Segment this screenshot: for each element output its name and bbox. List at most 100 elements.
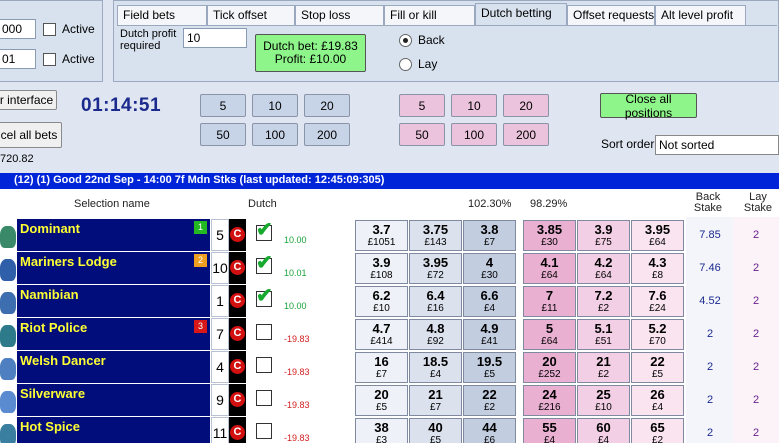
runner-name-cell[interactable]: Hot Spice bbox=[17, 417, 210, 443]
chart-c-icon[interactable]: C bbox=[230, 293, 245, 308]
lay-stake-value[interactable]: 2 bbox=[736, 295, 776, 307]
lay-stake-value[interactable]: 2 bbox=[736, 262, 776, 274]
cancel-all-bets-button[interactable]: cel all bets bbox=[0, 122, 62, 148]
back-price-cell[interactable]: 4 £30 bbox=[463, 253, 516, 284]
lay-stake-200-button[interactable]: 200 bbox=[503, 123, 549, 146]
back-price-cell[interactable]: 4.8 £92 bbox=[409, 319, 462, 350]
back-price-cell[interactable]: 44 £6 bbox=[463, 418, 516, 443]
lay-price-cell[interactable]: 24 £216 bbox=[523, 385, 576, 416]
back-price-cell[interactable]: 4.9 £41 bbox=[463, 319, 516, 350]
runner-name-cell[interactable]: Silverware bbox=[17, 384, 210, 416]
back-price-cell[interactable]: 3.9 £108 bbox=[355, 253, 408, 284]
tab-stop-loss[interactable]: Stop loss bbox=[295, 5, 384, 25]
back-stake-value[interactable]: 7.46 bbox=[690, 262, 730, 274]
lay-price-cell[interactable]: 4.3 £8 bbox=[631, 253, 684, 284]
dutch-checkbox[interactable]: ✔ bbox=[256, 286, 273, 307]
lay-radio[interactable] bbox=[399, 58, 412, 71]
lay-price-cell[interactable]: 4.1 £64 bbox=[523, 253, 576, 284]
lay-stake-value[interactable]: 2 bbox=[736, 427, 776, 439]
tab-tick-offset[interactable]: Tick offset bbox=[207, 5, 295, 25]
back-price-cell[interactable]: 3.8 £7 bbox=[463, 220, 516, 251]
back-stake-value[interactable]: 2 bbox=[690, 394, 730, 406]
lay-price-cell[interactable]: 22 £5 bbox=[631, 352, 684, 383]
back-stake-value[interactable]: 2 bbox=[690, 427, 730, 439]
lay-stake-20-button[interactable]: 20 bbox=[503, 94, 549, 117]
back-price-cell[interactable]: 19.5 £5 bbox=[463, 352, 516, 383]
back-radio[interactable] bbox=[399, 34, 412, 47]
lay-stake-value[interactable]: 2 bbox=[736, 328, 776, 340]
lay-price-cell[interactable]: 3.95 £64 bbox=[631, 220, 684, 251]
lay-price-cell[interactable]: 25 £10 bbox=[577, 385, 630, 416]
tab-alt-level-profit[interactable]: Alt level profit bbox=[655, 5, 746, 25]
back-price-cell[interactable]: 3.75 £143 bbox=[409, 220, 462, 251]
dutch-checkbox[interactable] bbox=[256, 357, 272, 373]
lay-stake-value[interactable]: 2 bbox=[736, 394, 776, 406]
back-stake-50-button[interactable]: 50 bbox=[200, 123, 246, 146]
back-stake-value[interactable]: 2 bbox=[690, 328, 730, 340]
lay-stake-100-button[interactable]: 100 bbox=[451, 123, 497, 146]
back-price-cell[interactable]: 16 £7 bbox=[355, 352, 408, 383]
chart-c-icon[interactable]: C bbox=[230, 359, 245, 374]
runner-name-cell[interactable]: Dominant 1 bbox=[17, 219, 210, 251]
back-stake-100-button[interactable]: 100 bbox=[252, 123, 298, 146]
back-price-cell[interactable]: 3.7 £1051 bbox=[355, 220, 408, 251]
back-price-cell[interactable]: 18.5 £4 bbox=[409, 352, 462, 383]
lay-price-cell[interactable]: 5.2 £70 bbox=[631, 319, 684, 350]
runner-name-cell[interactable]: Namibian bbox=[17, 285, 210, 317]
back-stake-10-button[interactable]: 10 bbox=[252, 94, 298, 117]
lay-stake-value[interactable]: 2 bbox=[736, 229, 776, 241]
lay-price-cell[interactable]: 20 £252 bbox=[523, 352, 576, 383]
close-all-positions-button[interactable]: Close all positions bbox=[600, 92, 697, 120]
lay-price-cell[interactable]: 3.85 £30 bbox=[523, 220, 576, 251]
dutch-profit-input[interactable]: 10 bbox=[183, 28, 247, 48]
chart-c-icon[interactable]: C bbox=[230, 260, 245, 275]
tab-dutch-betting[interactable]: Dutch betting bbox=[475, 3, 567, 26]
back-price-cell[interactable]: 40 £5 bbox=[409, 418, 462, 443]
back-stake-20-button[interactable]: 20 bbox=[304, 94, 350, 117]
dutch-checkbox[interactable] bbox=[256, 324, 272, 340]
tab-field-bets[interactable]: Field bets bbox=[117, 5, 207, 25]
active-checkbox-1[interactable] bbox=[43, 23, 56, 36]
chart-c-icon[interactable]: C bbox=[230, 227, 245, 242]
chart-c-icon[interactable]: C bbox=[230, 425, 245, 440]
runner-name-cell[interactable]: Riot Police 3 bbox=[17, 318, 210, 350]
lay-price-cell[interactable]: 26 £4 bbox=[631, 385, 684, 416]
lay-price-cell[interactable]: 4.2 £64 bbox=[577, 253, 630, 284]
dutch-bet-button[interactable]: Dutch bet: £19.83 Profit: £10.00 bbox=[255, 34, 366, 72]
interface-button[interactable]: r interface bbox=[0, 90, 57, 110]
lay-price-cell[interactable]: 5 £64 bbox=[523, 319, 576, 350]
lay-price-cell[interactable]: 7.2 £2 bbox=[577, 286, 630, 317]
tab-offset-requests[interactable]: Offset requests bbox=[567, 5, 655, 25]
back-stake-200-button[interactable]: 200 bbox=[304, 123, 350, 146]
back-stake-value[interactable]: 7.85 bbox=[690, 229, 730, 241]
setting-input-2[interactable]: 01 bbox=[0, 49, 36, 69]
back-stake-5-button[interactable]: 5 bbox=[200, 94, 246, 117]
back-price-cell[interactable]: 22 £2 bbox=[463, 385, 516, 416]
lay-price-cell[interactable]: 3.9 £75 bbox=[577, 220, 630, 251]
lay-price-cell[interactable]: 21 £2 bbox=[577, 352, 630, 383]
lay-stake-10-button[interactable]: 10 bbox=[451, 94, 497, 117]
back-stake-value[interactable]: 2 bbox=[690, 361, 730, 373]
back-price-cell[interactable]: 38 £3 bbox=[355, 418, 408, 443]
lay-price-cell[interactable]: 60 £4 bbox=[577, 418, 630, 443]
lay-price-cell[interactable]: 7.6 £24 bbox=[631, 286, 684, 317]
back-price-cell[interactable]: 4.7 £414 bbox=[355, 319, 408, 350]
tab-fill-or-kill[interactable]: Fill or kill bbox=[384, 5, 475, 25]
dutch-checkbox[interactable] bbox=[256, 423, 272, 439]
lay-price-cell[interactable]: 7 £11 bbox=[523, 286, 576, 317]
lay-stake-50-button[interactable]: 50 bbox=[399, 123, 445, 146]
lay-price-cell[interactable]: 5.1 £51 bbox=[577, 319, 630, 350]
back-price-cell[interactable]: 6.2 £10 bbox=[355, 286, 408, 317]
back-price-cell[interactable]: 6.6 £4 bbox=[463, 286, 516, 317]
back-price-cell[interactable]: 21 £7 bbox=[409, 385, 462, 416]
dutch-checkbox[interactable]: ✔ bbox=[256, 253, 273, 274]
dutch-checkbox[interactable]: ✔ bbox=[256, 220, 273, 241]
back-stake-value[interactable]: 4.52 bbox=[690, 295, 730, 307]
chart-c-icon[interactable]: C bbox=[230, 326, 245, 341]
lay-stake-5-button[interactable]: 5 bbox=[399, 94, 445, 117]
back-price-cell[interactable]: 6.4 £16 bbox=[409, 286, 462, 317]
active-checkbox-2[interactable] bbox=[43, 53, 56, 66]
runner-name-cell[interactable]: Welsh Dancer bbox=[17, 351, 210, 383]
back-price-cell[interactable]: 20 £5 bbox=[355, 385, 408, 416]
runner-name-cell[interactable]: Mariners Lodge 2 bbox=[17, 252, 210, 284]
